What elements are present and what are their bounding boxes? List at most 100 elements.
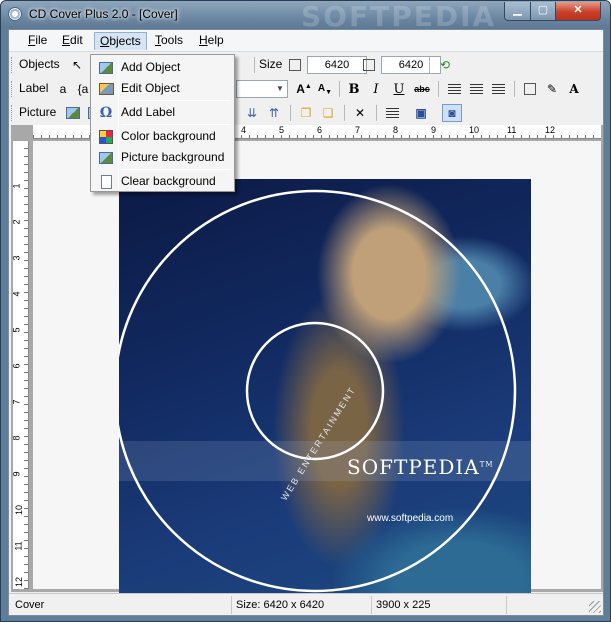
cover-brand-text: SOFTPEDIA	[347, 455, 480, 479]
toolbar-grip[interactable]	[11, 57, 14, 73]
copy-button[interactable]: ❐	[296, 104, 316, 122]
grow-font-button[interactable]: A▲	[294, 80, 314, 98]
design-canvas[interactable]: SOFTPEDIATM www.softpedia.com WEB ENTERT…	[33, 141, 601, 603]
ruler-number: 10	[14, 504, 25, 516]
menu-help[interactable]: Help	[194, 32, 229, 50]
menu-add-object-label: Add Object	[121, 60, 181, 74]
maximize-button[interactable]: ▢	[530, 2, 556, 21]
menu-tools-label: ools	[161, 33, 184, 47]
italic-button[interactable]: I	[366, 80, 386, 98]
cd-cover[interactable]: SOFTPEDIATM www.softpedia.com WEB ENTERT…	[119, 179, 531, 603]
toolbar-separator	[376, 105, 377, 121]
omega-icon: Ω	[99, 105, 113, 121]
close-icon: ✕	[573, 4, 583, 16]
status-size: Size: 6420 x 6420	[231, 596, 371, 614]
toolbar-separator	[254, 57, 255, 73]
menu-add-object[interactable]: Add Object	[93, 57, 232, 79]
strikethrough-button[interactable]: abc	[412, 80, 432, 98]
paste-icon: ❏	[322, 106, 334, 120]
align-right-button[interactable]	[488, 80, 508, 98]
menu-file[interactable]: File	[23, 32, 52, 50]
font-color-icon: A	[569, 82, 579, 96]
toolbar-grip[interactable]	[11, 105, 14, 121]
cd-outline	[119, 189, 517, 593]
trademark-mark: TM	[479, 460, 494, 469]
width-input[interactable]: 6420	[307, 56, 367, 74]
align-right-icon	[491, 83, 505, 95]
menu-help-accel: H	[199, 33, 208, 47]
color-background-icon	[98, 130, 114, 144]
menu-tools[interactable]: Tools	[150, 32, 188, 50]
text-style-icon: a	[59, 82, 67, 96]
width-grid-icon	[289, 59, 301, 71]
size-label: Size	[259, 57, 283, 71]
shrink-font-button[interactable]: A▼	[315, 80, 335, 98]
menu-clear-background-label: Clear background	[121, 174, 216, 188]
menu-color-background[interactable]: Color background	[93, 126, 232, 148]
bold-button[interactable]: B	[344, 80, 364, 98]
label-toolbar-label: Label	[19, 81, 49, 95]
font-size-combo[interactable]: ▼	[236, 80, 288, 98]
width-button[interactable]	[285, 56, 305, 74]
menu-separator	[121, 169, 231, 170]
menu-edit[interactable]: Edit	[57, 32, 88, 50]
strikethrough-icon: abc	[414, 84, 430, 94]
list-button[interactable]	[382, 104, 402, 122]
save-button[interactable]: ▣	[411, 104, 431, 122]
menu-separator	[121, 100, 231, 101]
resize-grip[interactable]	[589, 601, 601, 613]
underline-button[interactable]: U	[389, 80, 409, 98]
refresh-button[interactable]: ⟲	[435, 56, 455, 74]
ruler-number: 10	[469, 125, 480, 135]
ruler-number: 11	[13, 541, 24, 551]
menu-picture-background[interactable]: Picture background	[93, 147, 232, 169]
picture-toolbar-label: Picture	[19, 105, 57, 119]
ruler-number: 5	[11, 327, 22, 333]
delete-button[interactable]: ✕	[350, 104, 370, 122]
close-button[interactable]: ✕	[555, 2, 601, 21]
menu-add-label[interactable]: Ω Add Label	[93, 102, 232, 124]
app-window: CD Cover Plus 2.0 - [Cover] SOFTPEDIA ▁ …	[0, 0, 611, 622]
title-bar[interactable]: CD Cover Plus 2.0 - [Cover] SOFTPEDIA ▁ …	[1, 1, 610, 33]
minimize-button[interactable]: ▁	[504, 2, 531, 21]
bring-front-button[interactable]: ⇈	[264, 104, 284, 122]
send-back-button[interactable]: ⇊	[242, 104, 262, 122]
ruler-number: 2	[11, 219, 22, 225]
ruler-number: 6	[11, 363, 22, 369]
picture-icon	[98, 61, 114, 75]
preview-icon: ◙	[448, 106, 456, 120]
toolbar-separator	[438, 81, 439, 97]
align-center-button[interactable]	[466, 80, 486, 98]
menu-clear-background[interactable]: Clear background	[93, 171, 232, 193]
font-color-button[interactable]: A	[564, 80, 584, 98]
text-format-icon: {a	[77, 82, 89, 96]
toolbar-grip[interactable]	[11, 81, 14, 97]
bring-front-icon: ⇈	[268, 106, 280, 120]
preview-button[interactable]: ◙	[442, 104, 462, 122]
text-style-button[interactable]: a	[53, 80, 73, 98]
align-left-icon	[447, 83, 461, 95]
window-title: CD Cover Plus 2.0 - [Cover]	[29, 7, 178, 21]
pen-button[interactable]: ✎	[542, 80, 562, 98]
ruler-number: 6	[317, 125, 323, 135]
height-input[interactable]: 6420	[381, 56, 441, 74]
status-bar: Cover Size: 6420 x 6420 3900 x 225	[9, 593, 603, 615]
menu-edit-object[interactable]: Edit Object	[93, 78, 232, 100]
ruler-number: 4	[11, 291, 22, 297]
ruler-number: 8	[393, 125, 399, 135]
height-button[interactable]	[359, 56, 379, 74]
status-extra	[506, 596, 601, 614]
shrink-font-icon: A▼	[317, 82, 333, 96]
insert-picture-button[interactable]	[63, 104, 83, 122]
align-left-button[interactable]	[444, 80, 464, 98]
select-pointer-button[interactable]: ↖	[67, 56, 87, 74]
paste-button[interactable]: ❏	[318, 104, 338, 122]
chevron-down-icon: ▼	[276, 84, 284, 93]
toolbar-separator	[339, 81, 340, 97]
menu-objects[interactable]: Objects	[94, 32, 147, 50]
menu-picture-background-label: Picture background	[121, 150, 225, 164]
ruler-number: 7	[355, 125, 361, 135]
toolbar-separator	[344, 105, 345, 121]
border-button[interactable]	[520, 80, 540, 98]
picture-icon	[66, 107, 80, 119]
